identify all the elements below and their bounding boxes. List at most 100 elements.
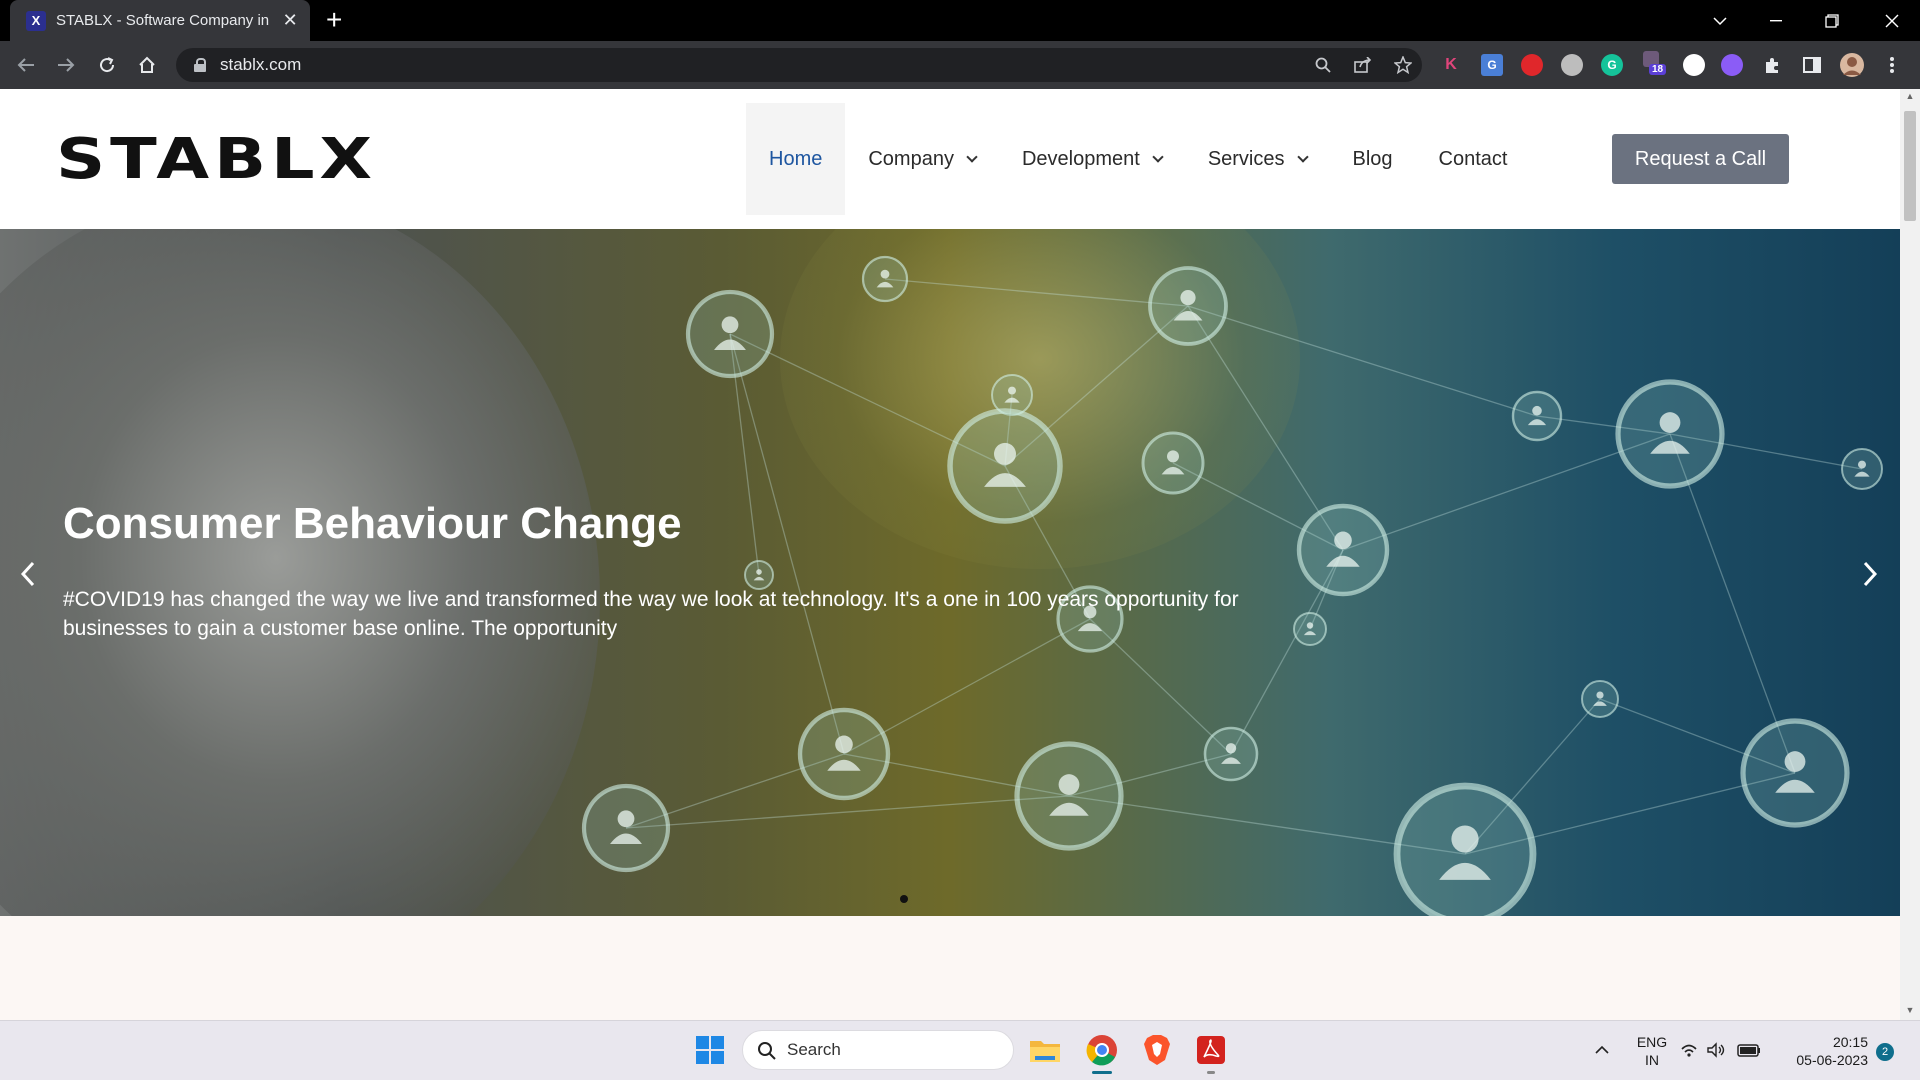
file-explorer-icon[interactable] bbox=[1025, 1030, 1065, 1070]
nav-home-label: Home bbox=[769, 147, 823, 170]
url-text: stablx.com bbox=[220, 55, 302, 74]
circle-extension-icon[interactable] bbox=[1683, 54, 1705, 76]
extension-badge-count: 18 bbox=[1649, 64, 1667, 75]
windows-start-icon[interactable] bbox=[690, 1030, 730, 1070]
hero-title: Consumer Behaviour Change bbox=[63, 499, 682, 548]
input-language[interactable]: ENG IN bbox=[1634, 1033, 1670, 1069]
translate-extension-icon[interactable]: G bbox=[1481, 54, 1503, 76]
nav-contact-label: Contact bbox=[1438, 147, 1508, 170]
hero-slider: Consumer Behaviour Change #COVID19 has c… bbox=[0, 229, 1900, 916]
tab-title: STABLX - Software Company in India bbox=[56, 12, 274, 29]
network-user-node-icon bbox=[1203, 726, 1259, 782]
network-user-node-icon bbox=[1511, 390, 1563, 442]
color-extension-icon[interactable] bbox=[1721, 54, 1743, 76]
nav-item-contact[interactable]: Contact bbox=[1416, 103, 1531, 215]
network-user-node-icon bbox=[947, 408, 1063, 524]
lock-icon bbox=[194, 58, 206, 72]
battery-icon bbox=[1737, 1044, 1760, 1057]
nav-item-blog[interactable]: Blog bbox=[1330, 103, 1416, 215]
network-user-node-icon bbox=[797, 707, 891, 801]
page-scrollbar[interactable]: ▲ ▼ bbox=[1900, 89, 1920, 1020]
network-user-node-icon bbox=[1841, 448, 1883, 490]
hero-text: #COVID19 has changed the way we live and… bbox=[63, 588, 1239, 640]
clock-time: 20:15 bbox=[1832, 1034, 1868, 1050]
reload-icon[interactable] bbox=[91, 49, 123, 81]
chrome-menu-icon[interactable] bbox=[1876, 49, 1908, 81]
new-tab-button[interactable]: + bbox=[326, 6, 342, 34]
scroll-down-icon[interactable]: ▼ bbox=[1905, 1005, 1915, 1015]
minimize-button[interactable] bbox=[1748, 0, 1804, 41]
side-panel-icon[interactable] bbox=[1796, 49, 1828, 81]
request-call-button[interactable]: Request a Call bbox=[1612, 134, 1789, 184]
notification-badge[interactable]: 2 bbox=[1876, 1043, 1894, 1061]
profile-avatar[interactable] bbox=[1836, 49, 1868, 81]
grammarly-extension-icon[interactable]: G bbox=[1601, 54, 1623, 76]
globe-extension-icon[interactable] bbox=[1561, 54, 1583, 76]
language-bottom: IN bbox=[1645, 1052, 1659, 1068]
tab-search-chevron-icon[interactable] bbox=[1692, 0, 1748, 41]
network-user-node-icon bbox=[581, 783, 671, 873]
network-user-node-icon bbox=[861, 255, 909, 303]
nav-item-development[interactable]: Development bbox=[999, 103, 1185, 215]
network-user-node-icon bbox=[1293, 612, 1327, 646]
address-bar[interactable]: stablx.com bbox=[176, 48, 1422, 82]
network-user-node-icon bbox=[1014, 741, 1124, 851]
restore-button[interactable] bbox=[1804, 0, 1860, 41]
site-header: STABLX Home Company Development Services… bbox=[0, 89, 1900, 229]
acrobat-reader-icon[interactable] bbox=[1191, 1030, 1231, 1074]
scrollbar-thumb[interactable] bbox=[1904, 111, 1916, 221]
network-user-node-icon bbox=[1581, 680, 1619, 718]
nav-blog-label: Blog bbox=[1352, 147, 1393, 170]
back-arrow-icon[interactable] bbox=[10, 49, 42, 81]
slider-prev-arrow-icon[interactable] bbox=[8, 554, 48, 594]
badge-extension-icon[interactable]: 18 bbox=[1643, 51, 1667, 76]
windows-taskbar: Search ENG IN 20:15 05-06-2023 2 bbox=[0, 1020, 1920, 1080]
nav-services-label: Services bbox=[1207, 147, 1285, 170]
network-user-node-icon bbox=[1141, 431, 1205, 495]
scroll-up-icon[interactable]: ▲ bbox=[1905, 91, 1915, 101]
bookmark-star-icon[interactable] bbox=[1386, 48, 1420, 82]
forward-arrow-icon[interactable] bbox=[50, 49, 82, 81]
k-extension-icon[interactable]: K bbox=[1440, 54, 1462, 76]
slider-next-arrow-icon[interactable] bbox=[1850, 554, 1890, 594]
extensions-puzzle-icon[interactable] bbox=[1756, 49, 1788, 81]
share-icon[interactable] bbox=[1346, 48, 1380, 82]
language-top: ENG bbox=[1636, 1034, 1668, 1050]
nav-company-label: Company bbox=[868, 147, 954, 170]
chrome-taskbar-icon[interactable] bbox=[1082, 1030, 1122, 1074]
taskbar-search[interactable]: Search bbox=[742, 1030, 1014, 1070]
nav-item-company[interactable]: Company bbox=[845, 103, 999, 215]
network-user-node-icon bbox=[1740, 718, 1850, 828]
chevron-down-icon bbox=[1152, 150, 1164, 163]
browser-toolbar: stablx.com K G G 18 bbox=[0, 41, 1920, 89]
network-user-node-icon bbox=[1296, 503, 1390, 597]
system-tray[interactable] bbox=[1678, 1030, 1768, 1070]
close-window-button[interactable] bbox=[1864, 0, 1920, 41]
next-section bbox=[0, 916, 1900, 1020]
tab-close-icon[interactable]: ✕ bbox=[280, 10, 300, 31]
chevron-down-icon bbox=[966, 150, 978, 163]
nav-development-label: Development bbox=[1021, 147, 1140, 170]
search-icon bbox=[758, 1042, 776, 1060]
network-user-node-icon bbox=[685, 289, 775, 379]
home-icon[interactable] bbox=[131, 49, 163, 81]
main-navigation: Home Company Development Services Blog C… bbox=[746, 103, 1530, 215]
browser-tab[interactable]: X STABLX - Software Company in India ✕ bbox=[10, 0, 310, 41]
volume-icon bbox=[1707, 1042, 1725, 1058]
browser-tab-strip: X STABLX - Software Company in India ✕ + bbox=[0, 0, 1920, 41]
chevron-down-icon bbox=[1296, 150, 1309, 163]
network-user-node-icon bbox=[1615, 379, 1725, 489]
network-user-node-icon bbox=[1148, 266, 1228, 346]
clock-date: 05-06-2023 bbox=[1796, 1052, 1868, 1068]
clock[interactable]: 20:15 05-06-2023 bbox=[1778, 1033, 1868, 1069]
nav-item-services[interactable]: Services bbox=[1185, 103, 1330, 215]
tab-favicon-icon: X bbox=[26, 10, 46, 31]
brave-browser-icon[interactable] bbox=[1137, 1030, 1177, 1070]
zoom-search-icon[interactable] bbox=[1306, 48, 1340, 82]
slider-dot[interactable] bbox=[900, 895, 908, 903]
show-hidden-icons-chevron-icon[interactable] bbox=[1582, 1030, 1622, 1070]
red-extension-icon[interactable] bbox=[1521, 54, 1543, 76]
site-logo[interactable]: STABLX bbox=[56, 132, 377, 188]
nav-item-home[interactable]: Home bbox=[746, 103, 846, 215]
taskbar-search-placeholder: Search bbox=[787, 1040, 841, 1059]
